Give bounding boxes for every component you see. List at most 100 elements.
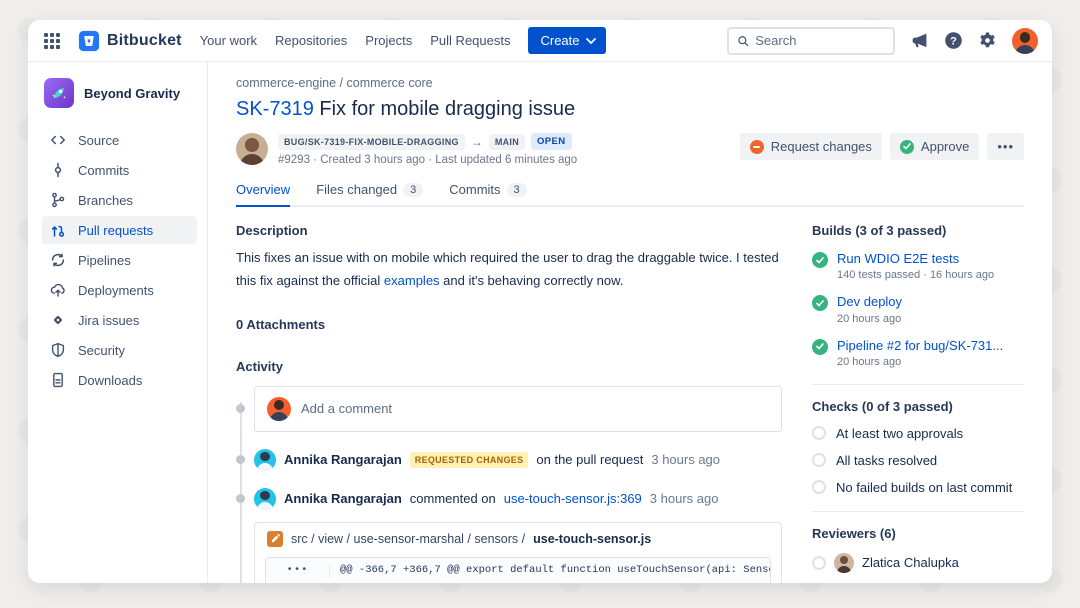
- request-changes-button[interactable]: Request changes: [740, 133, 882, 160]
- tab-overview[interactable]: Overview: [236, 182, 290, 207]
- branch-arrow-icon: →: [471, 135, 483, 149]
- nav-pull-requests[interactable]: Pull Requests: [430, 33, 510, 48]
- check-item: No failed builds on last commit: [812, 480, 1024, 495]
- sidebar-item-security[interactable]: Security: [42, 336, 197, 364]
- sidebar-item-deployments[interactable]: Deployments: [42, 276, 197, 304]
- document-icon: [50, 372, 66, 388]
- check-circle-icon: [900, 140, 914, 154]
- request-changes-label: Request changes: [771, 139, 872, 154]
- more-actions-button[interactable]: •••: [987, 133, 1024, 160]
- description-heading: Description: [236, 223, 782, 238]
- sidebar-item-label: Pull requests: [78, 223, 153, 238]
- add-comment-box[interactable]: Add a comment: [254, 386, 782, 432]
- divider: [812, 511, 1024, 512]
- sidebar-item-downloads[interactable]: Downloads: [42, 366, 197, 394]
- breadcrumb-repo-link[interactable]: commerce core: [347, 76, 433, 90]
- check-item: All tasks resolved: [812, 453, 1024, 468]
- bitbucket-window: Bitbucket Your work Repositories Project…: [28, 20, 1052, 583]
- minus-circle-icon: [750, 140, 764, 154]
- commented-file-link[interactable]: use-touch-sensor.js:369: [504, 491, 642, 506]
- project-name: Beyond Gravity: [84, 86, 180, 101]
- pr-state-badge: OPEN: [531, 133, 572, 150]
- activity-author[interactable]: Annika Rangarajan: [284, 452, 402, 467]
- settings-gear-icon[interactable]: [978, 31, 997, 50]
- examples-link[interactable]: examples: [384, 273, 440, 288]
- activity-author[interactable]: Annika Rangarajan: [284, 491, 402, 506]
- search-input[interactable]: [755, 33, 885, 48]
- help-icon[interactable]: ?: [944, 31, 963, 50]
- build-subtitle: 20 hours ago: [837, 356, 1003, 368]
- diff-file-name[interactable]: use-touch-sensor.js: [533, 532, 651, 546]
- app-switcher-icon[interactable]: [44, 33, 60, 49]
- announcements-icon[interactable]: [910, 31, 929, 50]
- nav-projects[interactable]: Projects: [365, 33, 412, 48]
- diff-viewer: ••• @@ -366,7 +366,7 @@ export default f…: [265, 557, 771, 584]
- breadcrumb: commerce-engine / commerce core: [236, 76, 1024, 90]
- activity-action: commented on: [410, 491, 496, 506]
- sidebar-item-label: Jira issues: [78, 313, 139, 328]
- build-link[interactable]: Dev deploy: [837, 294, 902, 310]
- sidebar-item-pull-requests[interactable]: Pull requests: [42, 216, 197, 244]
- pr-tabs: Overview Files changed 3 Commits 3: [236, 182, 1024, 207]
- build-subtitle: 140 tests passed · 16 hours ago: [837, 269, 994, 281]
- sidebar-item-branches[interactable]: Branches: [42, 186, 197, 214]
- nav-repositories[interactable]: Repositories: [275, 33, 347, 48]
- reviewer-avatar[interactable]: [254, 488, 276, 510]
- build-link[interactable]: Pipeline #2 for bug/SK-731...: [837, 338, 1003, 354]
- build-success-icon: [812, 252, 828, 268]
- svg-text:?: ?: [950, 35, 957, 47]
- commits-count: 3: [507, 183, 527, 197]
- search-box[interactable]: [727, 27, 895, 55]
- tab-label: Overview: [236, 182, 290, 197]
- create-button-label: Create: [540, 33, 579, 48]
- project-header[interactable]: Beyond Gravity: [42, 78, 197, 126]
- create-button[interactable]: Create: [528, 27, 605, 54]
- issue-key[interactable]: SK-7319: [236, 98, 314, 120]
- sidebar-item-source[interactable]: Source: [42, 126, 197, 154]
- tab-commits[interactable]: Commits 3: [449, 182, 526, 207]
- diff-expander-button[interactable]: •••: [266, 563, 330, 578]
- diff-hunk-row: ••• @@ -366,7 +366,7 @@ export default f…: [266, 558, 770, 584]
- reviewer-name: Zlatica Chalupka: [862, 555, 959, 570]
- build-item: Pipeline #2 for bug/SK-731... 20 hours a…: [812, 338, 1024, 368]
- approve-button[interactable]: Approve: [890, 133, 979, 160]
- shield-icon: [50, 342, 66, 358]
- tab-files-changed[interactable]: Files changed 3: [316, 182, 423, 207]
- reviewer-item: Zlatica Chalupka: [812, 553, 1024, 573]
- divider: [812, 384, 1024, 385]
- pull-request-icon: [50, 222, 66, 238]
- check-pending-icon: [812, 426, 826, 440]
- jira-diamond-icon: [50, 312, 66, 328]
- sidebar-item-label: Branches: [78, 193, 133, 208]
- commit-icon: [50, 162, 66, 178]
- deployments-icon: [50, 282, 66, 298]
- activity-item-requested-changes: Annika Rangarajan REQUESTED CHANGES on t…: [254, 449, 782, 471]
- check-item: At least two approvals: [812, 426, 1024, 441]
- reviewer-avatar[interactable]: [254, 449, 276, 471]
- activity-item-comment: Annika Rangarajan commented on use-touch…: [254, 488, 782, 510]
- sidebar-item-jira-issues[interactable]: Jira issues: [42, 306, 197, 334]
- diff-file-path: src / view / use-sensor-marshal / sensor…: [291, 532, 525, 546]
- sidebar-item-pipelines[interactable]: Pipelines: [42, 246, 197, 274]
- target-branch-badge: MAIN: [489, 134, 525, 150]
- build-link[interactable]: Run WDIO E2E tests: [837, 251, 994, 267]
- description-text: This fixes an issue with on mobile which…: [236, 247, 782, 293]
- activity-timeline: Add a comment Annika Rangarajan REQUESTE…: [236, 386, 782, 584]
- check-pending-icon: [812, 480, 826, 494]
- check-label: All tasks resolved: [836, 453, 937, 468]
- breadcrumb-project-link[interactable]: commerce-engine: [236, 76, 336, 90]
- pr-meta-line: #9293 · Created 3 hours ago · Last updat…: [278, 154, 577, 166]
- current-user-avatar[interactable]: [1012, 28, 1038, 54]
- repo-sidebar: Beyond Gravity Source Commits: [28, 62, 208, 583]
- bitbucket-mark-icon: [78, 30, 100, 52]
- tab-label: Files changed: [316, 182, 397, 197]
- pr-author-avatar[interactable]: [236, 133, 268, 165]
- sidebar-item-commits[interactable]: Commits: [42, 156, 197, 184]
- sidebar-item-label: Downloads: [78, 373, 142, 388]
- nav-your-work[interactable]: Your work: [200, 33, 257, 48]
- branch-icon: [50, 192, 66, 208]
- bitbucket-logo[interactable]: Bitbucket: [78, 30, 182, 52]
- check-label: No failed builds on last commit: [836, 480, 1012, 495]
- brand-name: Bitbucket: [107, 32, 182, 50]
- timeline-dot: [236, 455, 245, 464]
